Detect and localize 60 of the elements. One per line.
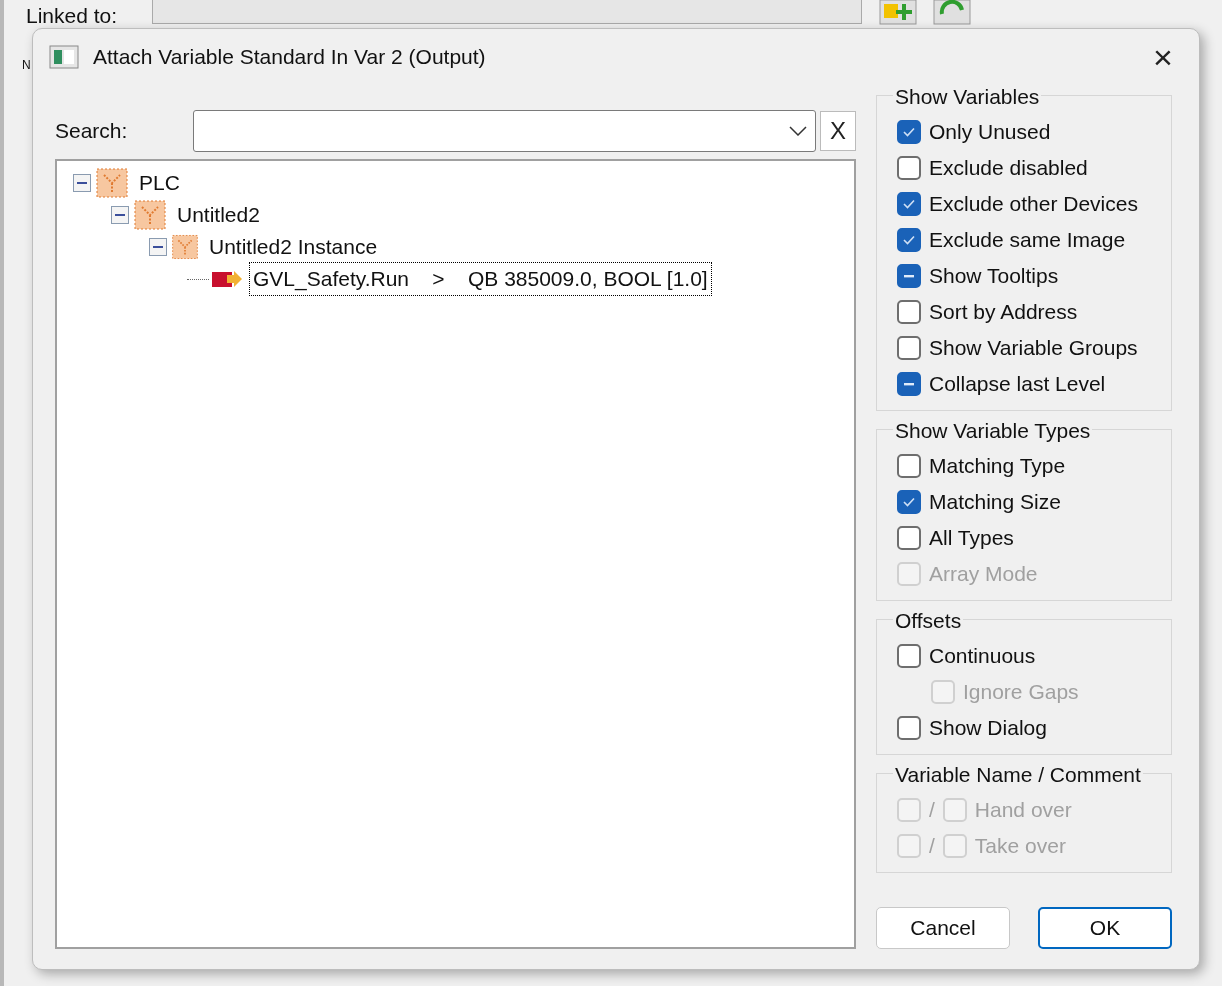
checkbox[interactable] [897, 716, 921, 740]
checkbox-label: Continuous [929, 643, 1036, 670]
checkbox-label: Ignore Gaps [963, 679, 1079, 706]
checkbox[interactable] [897, 156, 921, 180]
checkmark-icon [903, 199, 915, 209]
search-label: Search: [55, 118, 129, 145]
checkbox-label: Array Mode [929, 561, 1038, 588]
checkbox-label: Take over [974, 833, 1066, 860]
tree-item[interactable]: GVL_Safety.Run > QB 385009.0, BOOL [1.0] [249, 262, 712, 296]
checkbox-label: All Types [929, 525, 1014, 552]
search-field[interactable] [193, 110, 816, 152]
checkmark-icon [903, 235, 915, 245]
checkbox[interactable] [897, 300, 921, 324]
checkmark-icon [903, 127, 915, 137]
field-label: Linked to: [26, 3, 118, 29]
dialog-button[interactable]: Cancel [876, 907, 1010, 949]
collapse-toggle[interactable] [111, 206, 129, 224]
output-variable-icon [211, 269, 243, 289]
tree-item[interactable]: Untitled2 Instance [205, 230, 382, 264]
checkbox-label: Exclude disabled [929, 155, 1088, 182]
checkbox[interactable] [897, 120, 921, 144]
checkbox-label: Show Dialog [929, 715, 1047, 742]
plc-icon [95, 167, 129, 199]
checkbox-label: Show Variable Groups [929, 335, 1138, 362]
separator-text: / [929, 797, 935, 824]
checkbox[interactable] [897, 490, 921, 514]
dialog-button[interactable]: OK [1038, 907, 1172, 949]
collapse-toggle[interactable] [149, 238, 167, 256]
dash-icon [904, 382, 914, 386]
checkbox-label: Show Tooltips [929, 263, 1059, 290]
checkbox[interactable] [897, 454, 921, 478]
checkbox[interactable] [897, 336, 921, 360]
checkbox[interactable] [897, 192, 921, 216]
clear-search-button[interactable]: X [820, 111, 856, 151]
field-label: N [22, 57, 31, 74]
tree-item[interactable]: PLC [135, 166, 184, 200]
checkbox-label: Only Unused [929, 119, 1051, 146]
checkbox[interactable] [897, 644, 921, 668]
window-title: Attach Variable Standard In Var 2 (Output) [93, 44, 487, 71]
checkbox-label: Matching Type [929, 453, 1066, 480]
checkbox[interactable] [897, 372, 921, 396]
collapse-toggle[interactable] [73, 174, 91, 192]
dropdown-caret-icon [789, 126, 807, 136]
checkbox-label: Exclude same Image [929, 227, 1126, 254]
checkbox[interactable] [897, 526, 921, 550]
checkbox-label: Collapse last Level [929, 371, 1106, 398]
checkbox-label: Matching Size [929, 489, 1061, 516]
separator-text: / [929, 833, 935, 860]
tree-item[interactable]: Untitled2 [173, 198, 264, 232]
window-icon [49, 45, 79, 69]
close-button[interactable]: × [1143, 37, 1183, 77]
link-field[interactable] [152, 0, 862, 24]
dash-icon [904, 274, 914, 278]
plc-icon [133, 199, 167, 231]
checkmark-icon [903, 497, 915, 507]
checkbox-label: Hand over [974, 797, 1072, 824]
checkbox[interactable] [897, 264, 921, 288]
checkbox-label: Sort by Address [929, 299, 1078, 326]
checkbox-label: Exclude other Devices [929, 191, 1138, 218]
checkbox[interactable] [897, 228, 921, 252]
